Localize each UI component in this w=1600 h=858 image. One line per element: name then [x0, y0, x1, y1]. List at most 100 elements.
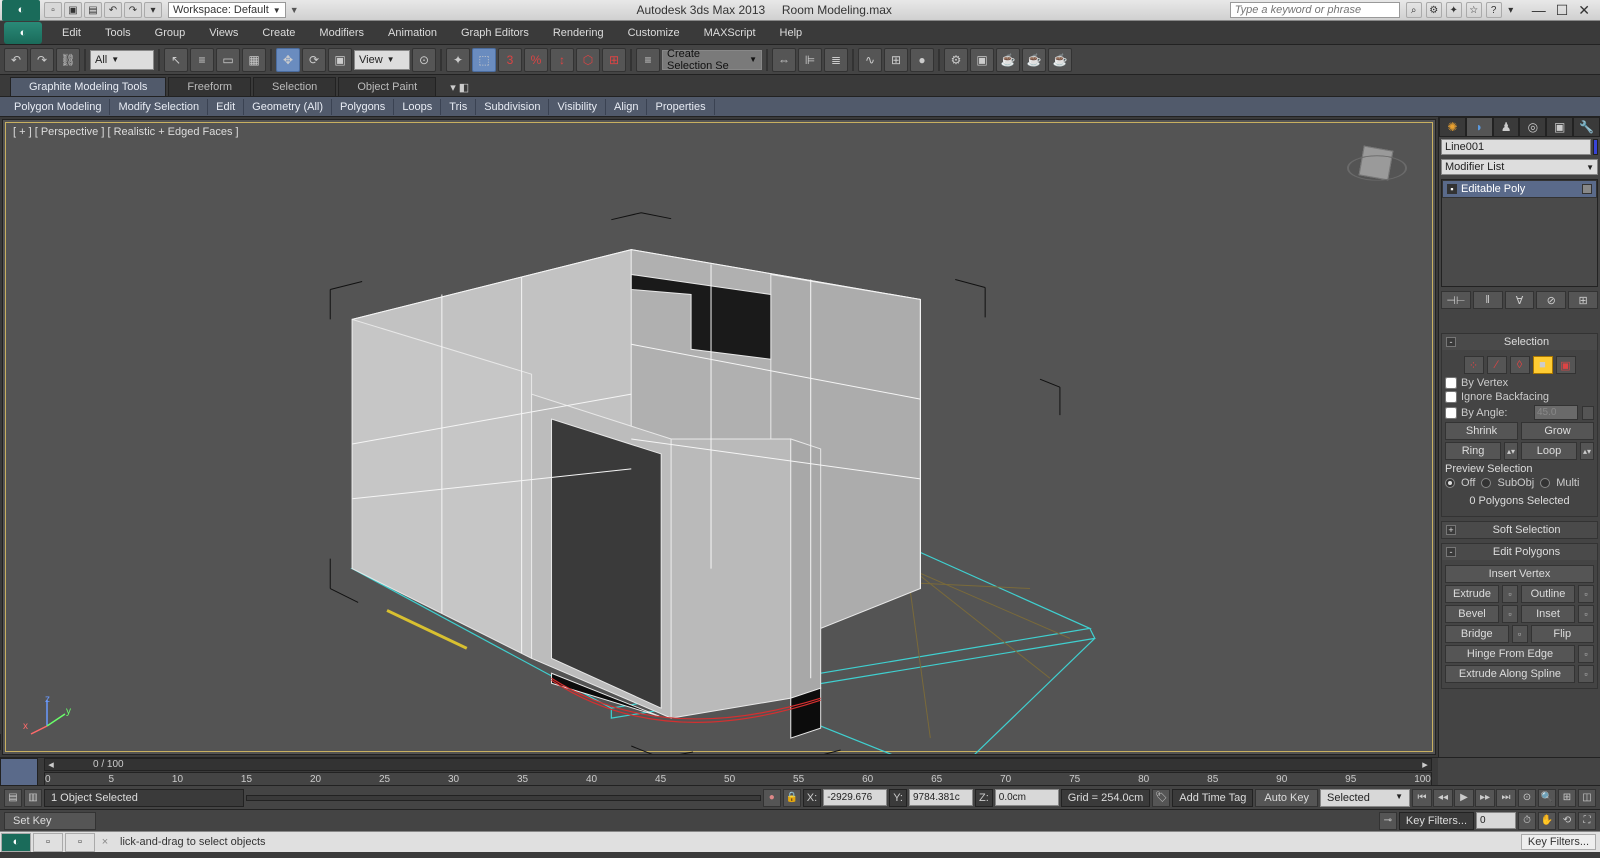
- curve-editor-icon[interactable]: ∿: [858, 48, 882, 72]
- outline-button[interactable]: Outline: [1521, 585, 1575, 603]
- add-time-tag-button[interactable]: Add Time Tag: [1172, 789, 1253, 807]
- qat-save-icon[interactable]: ▤: [84, 2, 102, 18]
- menu-create[interactable]: Create: [250, 23, 307, 43]
- bevel-settings-icon[interactable]: ▫: [1502, 605, 1518, 623]
- show-result-icon[interactable]: ‖: [1473, 291, 1503, 309]
- undo-icon[interactable]: ↶: [4, 48, 28, 72]
- tab-graphite[interactable]: Graphite Modeling Tools: [10, 77, 166, 96]
- prev-frame-icon[interactable]: ◂◂: [1433, 789, 1453, 807]
- taskbar-tab2-icon[interactable]: ▫: [65, 833, 95, 852]
- zoom-icon[interactable]: 🔍: [1538, 789, 1556, 807]
- goto-start-icon[interactable]: ⏮: [1412, 789, 1432, 807]
- inset-settings-icon[interactable]: ▫: [1578, 605, 1594, 623]
- subobj-polygon-icon[interactable]: ■: [1533, 356, 1553, 374]
- menu-group[interactable]: Group: [143, 23, 198, 43]
- taskbar-app-icon[interactable]: ◐: [1, 833, 31, 852]
- manipulate-icon[interactable]: ✦: [446, 48, 470, 72]
- viewport-perspective[interactable]: [ + ] [ Perspective ] [ Realistic + Edge…: [2, 119, 1436, 755]
- lock-selection-icon[interactable]: ●: [763, 789, 781, 807]
- tab-display-icon[interactable]: ▣: [1546, 117, 1573, 137]
- named-sets-icon[interactable]: ≡: [636, 48, 660, 72]
- expand-icon[interactable]: ▪: [1447, 184, 1457, 194]
- ribbon-expand-icon[interactable]: ▾ ◧: [444, 79, 475, 96]
- scale-icon[interactable]: ▣: [328, 48, 352, 72]
- time-slider[interactable]: ◂ 0 / 100 ▸: [44, 758, 1432, 771]
- maximize-button[interactable]: ☐: [1556, 2, 1569, 19]
- link-icon[interactable]: ⛓: [56, 48, 80, 72]
- pan-icon[interactable]: ✋: [1538, 812, 1556, 830]
- menu-tools[interactable]: Tools: [93, 23, 143, 43]
- range-right-icon[interactable]: ▸: [1419, 758, 1431, 771]
- taskbar-tab-icon[interactable]: ▫: [33, 833, 63, 852]
- help-icon[interactable]: ?: [1486, 2, 1502, 18]
- teapot-icon[interactable]: ☕: [1048, 48, 1072, 72]
- loop-spinner-icon[interactable]: ▴▾: [1580, 442, 1594, 460]
- refcoord-dropdown[interactable]: View▼: [354, 50, 410, 70]
- extrude-settings-icon[interactable]: ▫: [1502, 585, 1518, 603]
- preview-subobj-radio[interactable]: [1481, 478, 1491, 488]
- mirror-icon[interactable]: ⇔: [772, 48, 796, 72]
- script-listener-icon[interactable]: ▤: [4, 789, 22, 807]
- tab-utilities-icon[interactable]: 🔧: [1573, 117, 1600, 137]
- qat-more-icon[interactable]: ▾: [144, 2, 162, 18]
- ribbon-panel-polygon-modeling[interactable]: Polygon Modeling: [6, 99, 110, 115]
- by-angle-value[interactable]: 45.0: [1534, 405, 1578, 420]
- configure-sets-icon[interactable]: ⊞: [1568, 291, 1598, 309]
- search-input[interactable]: [1230, 2, 1400, 18]
- isolate-icon[interactable]: ⊙: [1518, 789, 1536, 807]
- render-setup-icon[interactable]: ⚙: [944, 48, 968, 72]
- subobj-element-icon[interactable]: ▣: [1556, 356, 1576, 374]
- extrude-button[interactable]: Extrude: [1445, 585, 1499, 603]
- auto-key-button[interactable]: Auto Key: [1255, 789, 1318, 807]
- insert-vertex-button[interactable]: Insert Vertex: [1445, 565, 1594, 583]
- bridge-settings-icon[interactable]: ▫: [1512, 625, 1528, 643]
- grow-button[interactable]: Grow: [1521, 422, 1594, 440]
- move-icon[interactable]: ✥: [276, 48, 300, 72]
- qat-undo-icon[interactable]: ↶: [104, 2, 122, 18]
- modifier-list-dropdown[interactable]: Modifier List▼: [1441, 159, 1598, 175]
- tab-hierarchy-icon[interactable]: ♟: [1493, 117, 1520, 137]
- help-dropdown-icon[interactable]: ▾: [1506, 2, 1516, 18]
- render-prod-icon[interactable]: ☕: [1022, 48, 1046, 72]
- ribbon-panel-subdivision[interactable]: Subdivision: [476, 99, 549, 115]
- tab-freeform[interactable]: Freeform: [168, 77, 251, 96]
- material-editor-icon[interactable]: ●: [910, 48, 934, 72]
- layers-icon[interactable]: ≣: [824, 48, 848, 72]
- snap-toggle-icon[interactable]: ⬚: [472, 48, 496, 72]
- by-angle-checkbox[interactable]: [1445, 407, 1457, 419]
- subobj-edge-icon[interactable]: ∕: [1487, 356, 1507, 374]
- field-of-view-icon[interactable]: ◫: [1578, 789, 1596, 807]
- by-vertex-checkbox[interactable]: [1445, 377, 1457, 389]
- viewcube[interactable]: [1347, 138, 1407, 198]
- qat-redo-icon[interactable]: ↷: [124, 2, 142, 18]
- extrude-spline-button[interactable]: Extrude Along Spline: [1445, 665, 1575, 683]
- maximize-viewport-icon[interactable]: ⛶: [1578, 812, 1596, 830]
- render-frame-icon[interactable]: ▣: [970, 48, 994, 72]
- stack-item-editable-poly[interactable]: ▪ Editable Poly: [1442, 180, 1597, 198]
- angle-snap-icon[interactable]: 3: [498, 48, 522, 72]
- binoculars-icon[interactable]: ⌕: [1406, 2, 1422, 18]
- tab-modify-icon[interactable]: ◗: [1466, 117, 1493, 137]
- rollout-toggle-icon[interactable]: -: [1446, 547, 1456, 557]
- inset-button[interactable]: Inset: [1521, 605, 1575, 623]
- modifier-stack[interactable]: ▪ Editable Poly: [1441, 179, 1598, 287]
- close-button[interactable]: ✕: [1578, 2, 1590, 19]
- select-by-name-icon[interactable]: ≡: [190, 48, 214, 72]
- menu-help[interactable]: Help: [768, 23, 815, 43]
- flip-button[interactable]: Flip: [1531, 625, 1595, 643]
- app-icon[interactable]: ◐: [2, 0, 40, 21]
- qat-open-icon[interactable]: ▣: [64, 2, 82, 18]
- menu-maxscript[interactable]: MAXScript: [692, 23, 768, 43]
- tab-create-icon[interactable]: ✺: [1439, 117, 1466, 137]
- rotate-icon[interactable]: ⟳: [302, 48, 326, 72]
- zoom-all-icon[interactable]: ⊞: [1558, 789, 1576, 807]
- key-mode-dropdown[interactable]: Selected▼: [1320, 789, 1410, 807]
- application-menu-button[interactable]: ◐: [4, 22, 42, 44]
- hinge-button[interactable]: Hinge From Edge: [1445, 645, 1575, 663]
- hinge-settings-icon[interactable]: ▫: [1578, 645, 1594, 663]
- viewport-play-icon[interactable]: ▶: [0, 734, 1, 750]
- coord-z[interactable]: 0.0cm: [995, 789, 1059, 806]
- favorite-icon[interactable]: ☆: [1466, 2, 1482, 18]
- pivot-icon[interactable]: ⊙: [412, 48, 436, 72]
- ribbon-panel-visibility[interactable]: Visibility: [549, 99, 606, 115]
